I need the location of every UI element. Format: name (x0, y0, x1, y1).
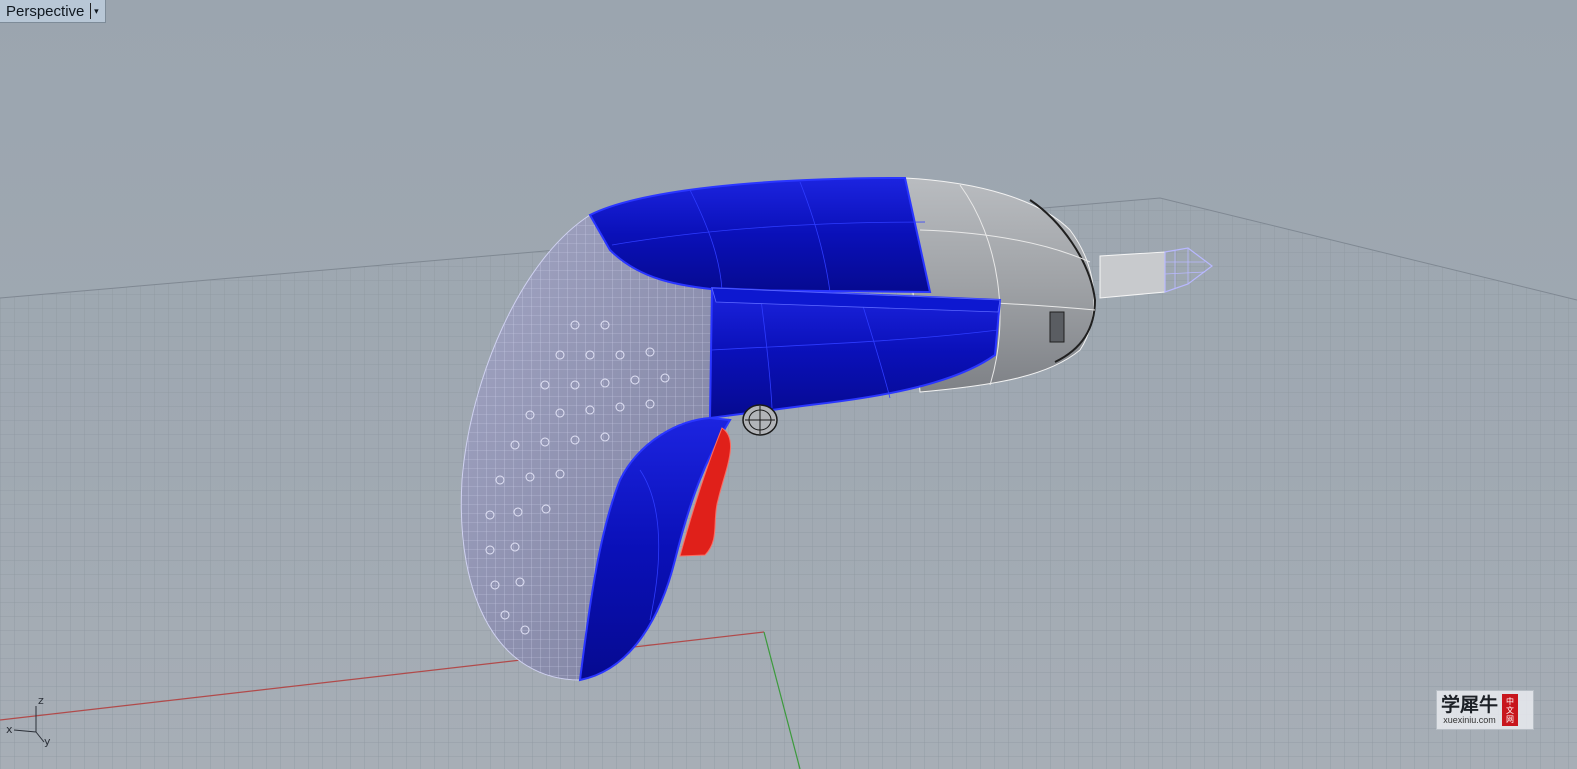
viewport-title: Perspective (6, 2, 85, 20)
viewport-menu-chevron-down-icon[interactable]: ▾ (90, 3, 101, 19)
watermark-title: 学犀牛 (1441, 693, 1499, 716)
watermark-badge: 中 文 网 (1502, 694, 1519, 726)
perspective-viewport[interactable]: Perspective ▾ z x y 学犀牛 xuexiniu.com 中 文… (0, 0, 1577, 769)
axis-x-label: x (6, 723, 13, 736)
site-watermark: 学犀牛 xuexiniu.com 中 文 网 (1436, 690, 1534, 730)
axis-y-label: y (44, 735, 51, 748)
direction-switch (742, 404, 778, 436)
badge-char-3: 网 (1506, 714, 1515, 724)
watermark-url: xuexiniu.com (1443, 714, 1496, 725)
axis-z-label: z (38, 694, 44, 707)
badge-char-2: 文 (1506, 705, 1515, 715)
model-scene[interactable] (0, 0, 1577, 769)
chuck-shaft (1099, 251, 1166, 299)
badge-char-1: 中 (1506, 696, 1515, 706)
viewport-title-tab[interactable]: Perspective ▾ (0, 0, 107, 23)
